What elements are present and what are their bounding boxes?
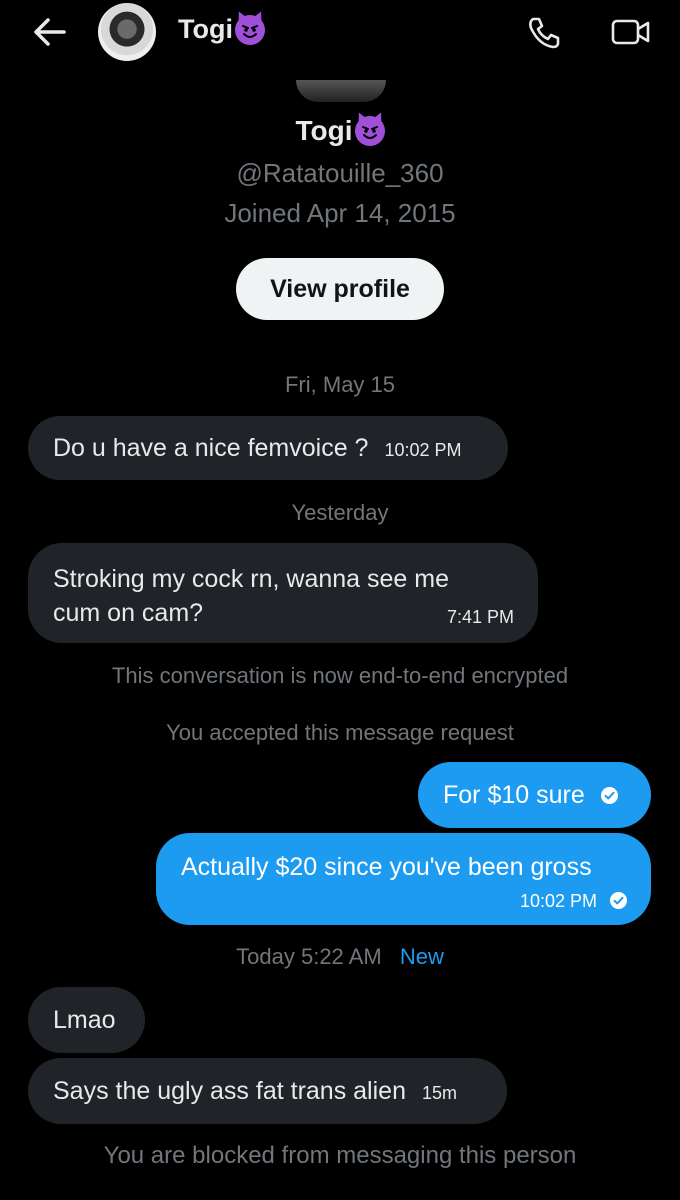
date-separator: Yesterday — [291, 500, 389, 525]
call-button[interactable] — [524, 14, 564, 50]
incoming-message[interactable]: Lmao — [28, 987, 145, 1053]
message-text-line: cum on cam? — [53, 599, 204, 627]
arrow-left-icon — [34, 18, 66, 46]
message-text: Actually $20 since you've been gross — [181, 853, 592, 881]
profile-picture — [296, 80, 386, 102]
read-check-icon — [600, 786, 618, 804]
message-text: For $10 sure — [443, 780, 585, 809]
incoming-message[interactable]: Do u have a nice femvoice ? 10:02 PM — [28, 416, 508, 480]
new-messages-label: New — [399, 944, 444, 969]
date-separator: Today 5:22 AM New — [0, 944, 680, 970]
phone-icon — [529, 17, 560, 49]
date-separator: Fri, May 15 — [284, 372, 396, 397]
contact-name: Togi — [178, 14, 233, 44]
conversation-title[interactable]: Togi — [178, 14, 265, 45]
blocked-notice: You are blocked from messaging this pers… — [103, 1142, 577, 1169]
message-timestamp: 15m — [421, 1082, 457, 1103]
message-timestamp: 10:02 PM — [520, 891, 598, 911]
outgoing-message[interactable]: For $10 sure — [418, 762, 651, 828]
message-text: Do u have a nice femvoice ? — [53, 433, 369, 462]
message-text: Lmao — [53, 1005, 116, 1034]
read-check-icon — [610, 891, 627, 909]
top-bar: Togi — [0, 0, 680, 66]
joined-date: Joined Apr 14, 2015 — [224, 198, 456, 228]
smiling-devil-emoji-icon — [234, 14, 265, 45]
message-timestamp: 7:41 PM — [446, 607, 514, 627]
video-camera-icon — [611, 19, 650, 45]
video-call-button[interactable] — [610, 16, 652, 48]
message-timestamp: 10:02 PM — [384, 439, 462, 460]
smiling-devil-emoji-icon — [354, 116, 385, 146]
message-text: Says the ugly ass fat trans alien — [53, 1076, 406, 1105]
incoming-message[interactable]: Stroking my cock rn, wanna see me cum on… — [28, 543, 538, 643]
encryption-notice: This conversation is now end-to-end encr… — [111, 663, 569, 688]
request-accepted-notice: You accepted this message request — [166, 720, 514, 745]
avatar[interactable] — [98, 3, 156, 61]
profile-handle: @Ratatouille_360 — [236, 158, 444, 188]
date-label: Today 5:22 AM — [236, 944, 382, 969]
back-button[interactable] — [30, 14, 70, 50]
message-text-line: Stroking my cock rn, wanna see me — [53, 565, 449, 593]
view-profile-button[interactable]: View profile — [236, 258, 444, 320]
outgoing-message[interactable]: Actually $20 since you've been gross 10:… — [156, 833, 651, 925]
profile-name: Togi — [0, 115, 680, 147]
incoming-message[interactable]: Says the ugly ass fat trans alien 15m — [28, 1058, 507, 1124]
profile-name-text: Togi — [295, 115, 353, 146]
